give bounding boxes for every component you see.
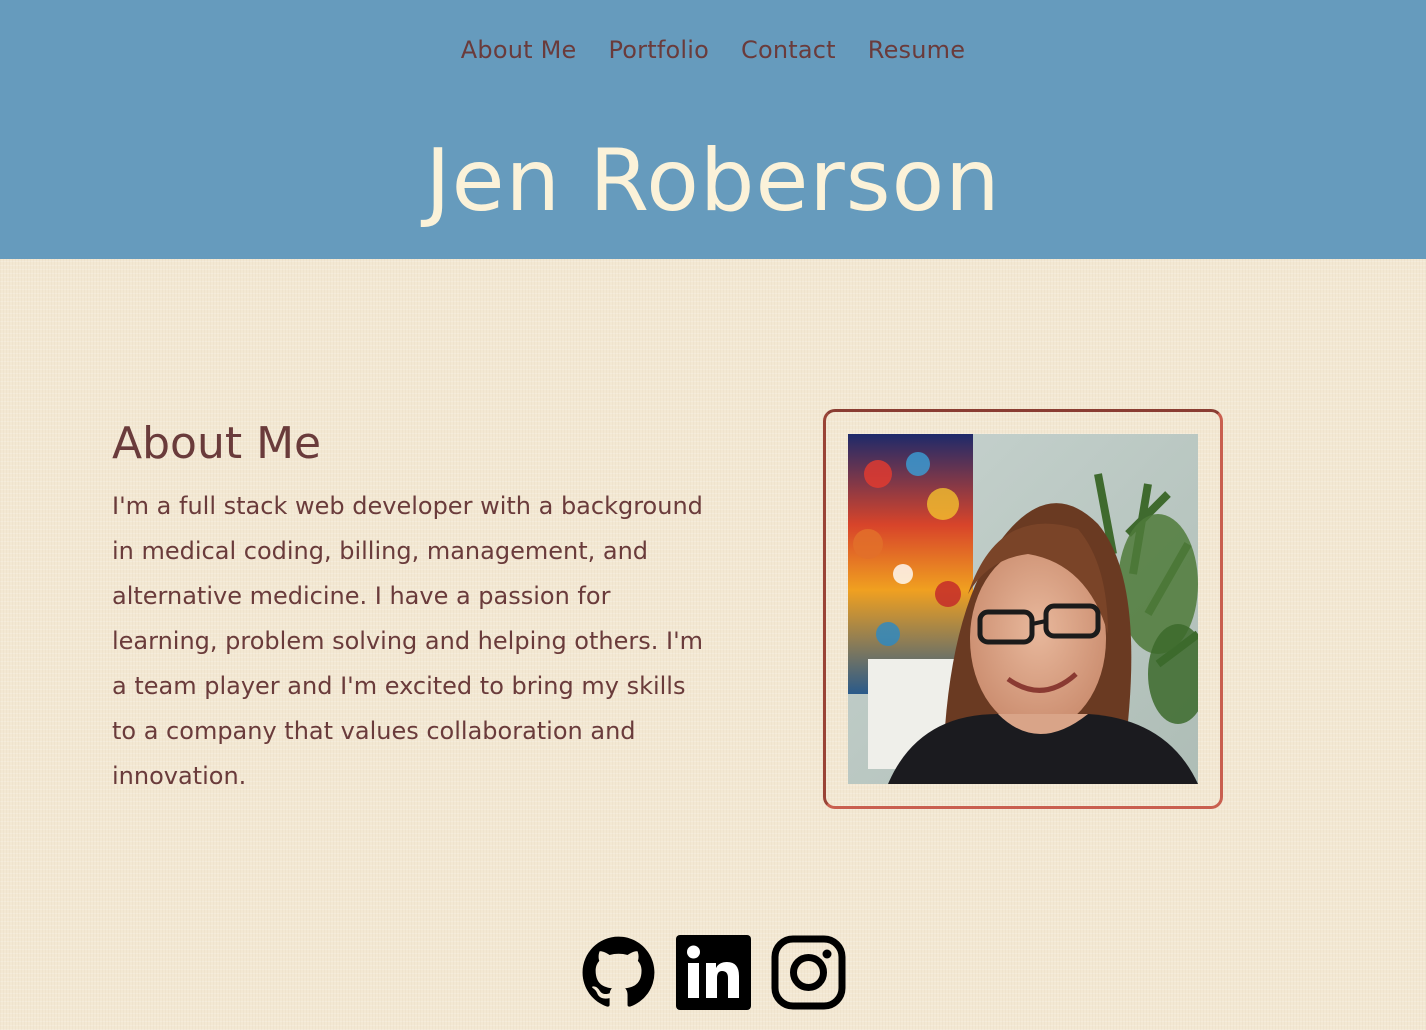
linkedin-link[interactable] <box>675 935 751 1010</box>
instagram-link[interactable] <box>771 935 846 1010</box>
site-header: About Me Portfolio Contact Resume Jen Ro… <box>0 0 1426 259</box>
site-title: Jen Roberson <box>425 131 1001 231</box>
nav-link-about-me[interactable]: About Me <box>461 36 577 64</box>
main-nav: About Me Portfolio Contact Resume <box>0 36 1426 64</box>
nav-link-portfolio[interactable]: Portfolio <box>608 36 709 64</box>
linkedin-icon <box>675 935 751 1010</box>
social-links <box>0 935 1426 1010</box>
github-icon <box>582 936 654 1007</box>
instagram-icon <box>771 935 845 1010</box>
about-heading: About Me <box>112 418 322 469</box>
profile-photo <box>848 434 1198 784</box>
nav-link-contact[interactable]: Contact <box>741 36 836 64</box>
github-link[interactable] <box>581 935 656 1010</box>
about-text: I'm a full stack web developer with a ba… <box>112 492 704 790</box>
nav-link-resume[interactable]: Resume <box>868 36 965 64</box>
